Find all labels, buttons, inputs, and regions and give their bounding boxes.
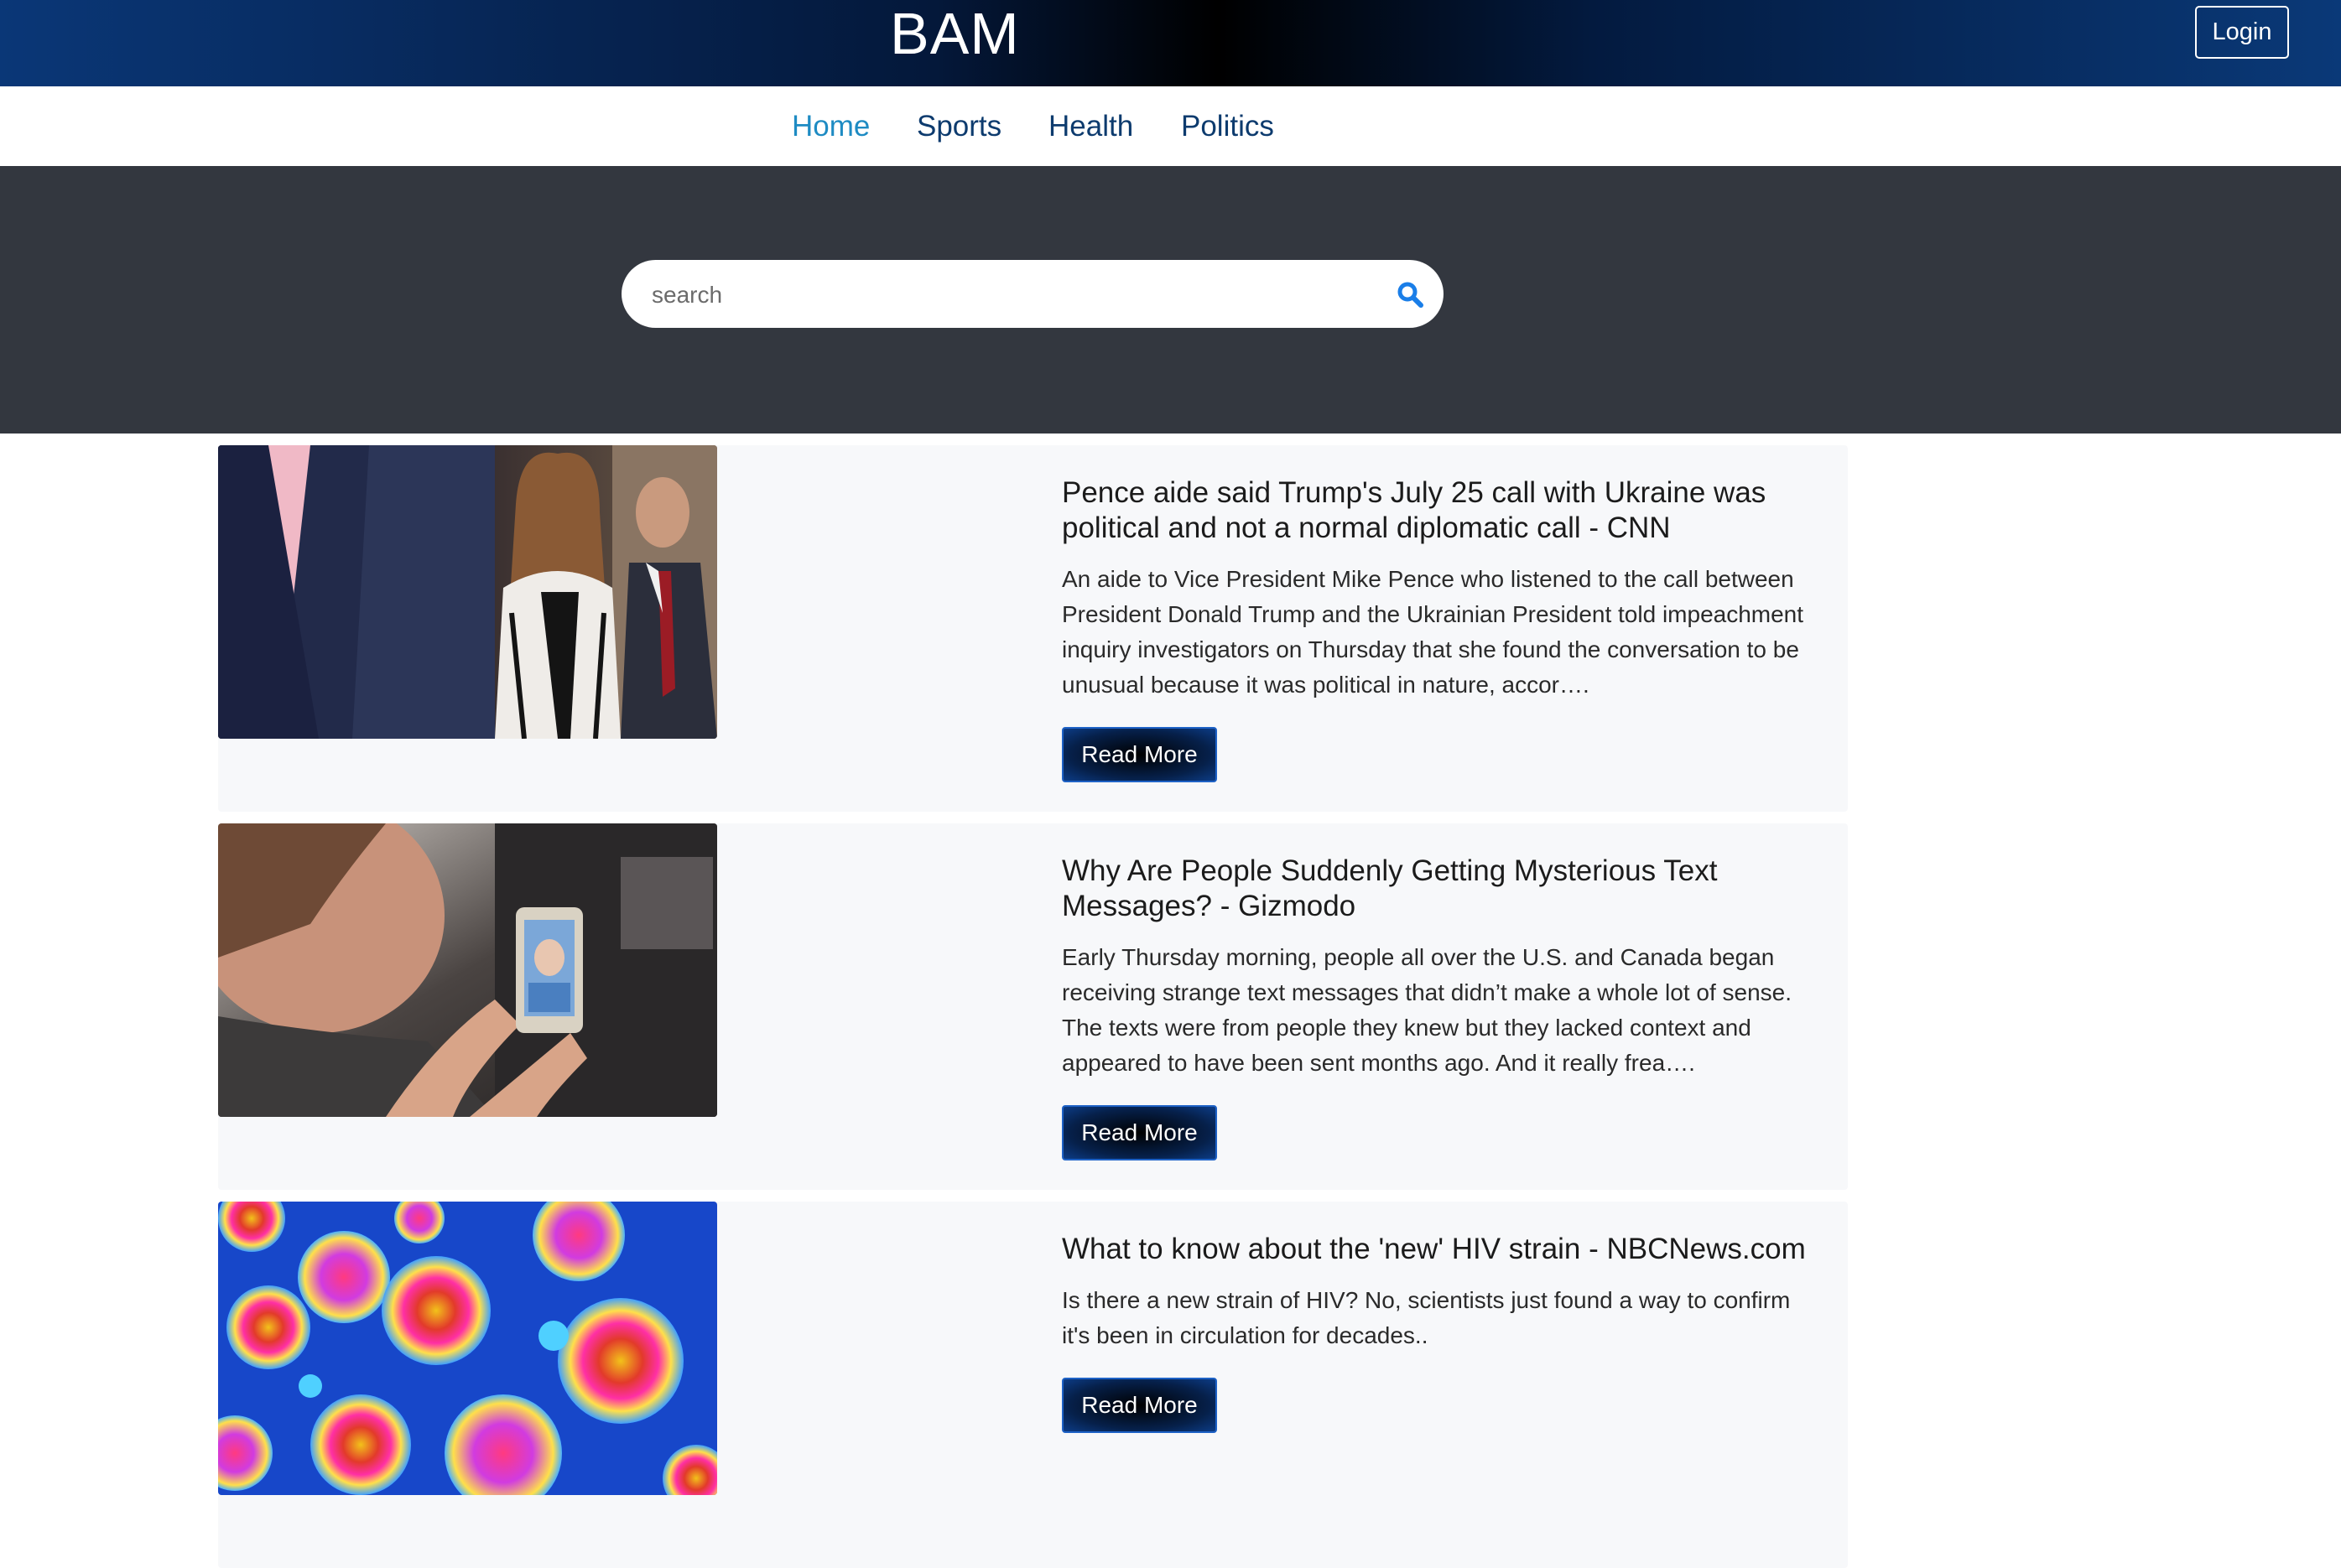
login-button[interactable]: Login	[2195, 6, 2289, 59]
article-card: Why Are People Suddenly Getting Mysterio…	[218, 823, 1848, 1190]
read-more-button[interactable]: Read More	[1062, 1378, 1217, 1433]
nav-item-politics[interactable]: Politics	[1181, 86, 1274, 166]
article-image[interactable]	[218, 445, 717, 739]
brand-logo[interactable]: BAM	[890, 0, 1020, 67]
article-card: What to know about the 'new' HIV strain …	[218, 1202, 1848, 1568]
search-bar	[622, 260, 1444, 330]
search-input[interactable]	[650, 260, 1341, 330]
top-header: BAM Login	[0, 0, 2341, 86]
article-description: Is there a new strain of HIV? No, scient…	[1062, 1287, 1791, 1348]
article-description: Early Thursday morning, people all over …	[1062, 944, 1792, 1076]
nav-item-home[interactable]: Home	[792, 86, 870, 166]
article-image[interactable]	[218, 823, 717, 1117]
main-nav: Home Sports Health Politics	[0, 86, 2341, 166]
article-title[interactable]: Pence aide said Trump's July 25 call wit…	[1062, 475, 1817, 546]
article-image[interactable]	[218, 1202, 717, 1495]
article-title[interactable]: Why Are People Suddenly Getting Mysterio…	[1062, 854, 1817, 924]
read-more-button[interactable]: Read More	[1062, 1105, 1217, 1160]
read-more-button[interactable]: Read More	[1062, 727, 1217, 782]
article-card: Pence aide said Trump's July 25 call wit…	[218, 445, 1848, 812]
article-description: An aide to Vice President Mike Pence who…	[1062, 566, 1804, 698]
search-icon[interactable]	[1396, 280, 1424, 309]
article-title[interactable]: What to know about the 'new' HIV strain …	[1062, 1232, 1817, 1267]
nav-item-sports[interactable]: Sports	[917, 86, 1001, 166]
nav-item-health[interactable]: Health	[1048, 86, 1133, 166]
